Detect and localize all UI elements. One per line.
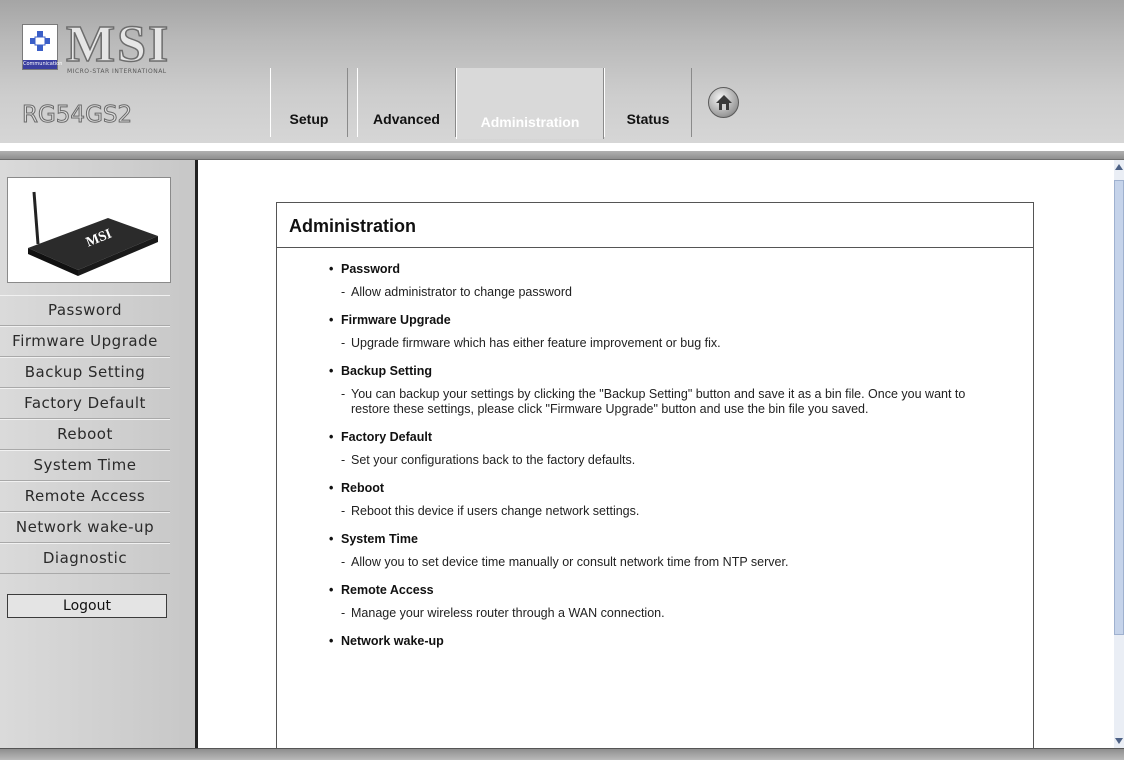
list-item: • Remote Access - Manage your wireless rou…	[329, 582, 1033, 621]
msi-badge-icon: Communication	[22, 24, 63, 70]
sidebar-item-diagnostic[interactable]: Diagnostic	[0, 543, 170, 574]
scroll-thumb[interactable]	[1114, 180, 1124, 635]
msi-logo: Communication MSI MICRO-STAR INTERNATION…	[22, 17, 213, 75]
page-title: Administration	[277, 203, 1033, 248]
entry-title: Remote Access	[341, 583, 434, 597]
entry-description: Manage your wireless router through a WA…	[351, 606, 665, 620]
home-icon	[716, 95, 732, 110]
vertical-scrollbar[interactable]	[1114, 160, 1124, 748]
list-item: • Backup Setting - You can backup your set…	[329, 363, 1033, 417]
sidebar-item-password[interactable]: Password	[0, 295, 170, 326]
bullet-icon: •	[329, 313, 334, 327]
entry-title: System Time	[341, 532, 418, 546]
sidebar-item-system-time[interactable]: System Time	[0, 450, 170, 481]
main-content: Administration • Password - Allow administ…	[198, 160, 1114, 748]
bullet-icon: •	[329, 481, 334, 495]
bullet-icon: •	[329, 532, 334, 546]
entry-description: You can backup your settings by clicking…	[351, 387, 966, 416]
home-button[interactable]	[708, 87, 739, 118]
tab-label: Advanced	[373, 111, 440, 127]
tab-setup[interactable]: Setup	[270, 68, 348, 137]
bullet-icon: •	[329, 430, 334, 444]
entry-description: Reboot this device if users change netwo…	[351, 504, 640, 518]
router-image: MSI	[7, 177, 171, 283]
bullet-icon: •	[329, 364, 334, 378]
model-name: RG54GS2	[21, 102, 133, 129]
list-item: • Reboot - Reboot this device if users cha…	[329, 480, 1033, 519]
tab-label: Administration	[480, 114, 580, 130]
entry-title: Reboot	[341, 481, 385, 495]
bullet-icon: •	[329, 634, 334, 648]
entry-title: Factory Default	[341, 430, 432, 444]
header-bar: Communication MSI MICRO-STAR INTERNATION…	[0, 0, 1124, 143]
list-item: • Password - Allow administrator to change…	[329, 261, 1033, 300]
sidebar-item-network-wake-up[interactable]: Network wake-up	[0, 512, 170, 543]
sidebar-item-firmware-upgrade[interactable]: Firmware Upgrade	[0, 326, 170, 357]
tab-administration[interactable]: Administration	[456, 68, 604, 139]
badge-strip: Communication	[23, 60, 63, 69]
entry-list: • Password - Allow administrator to change…	[277, 248, 1033, 649]
tab-status[interactable]: Status	[604, 68, 692, 137]
bullet-icon: •	[329, 583, 334, 597]
sidebar-item-backup-setting[interactable]: Backup Setting	[0, 357, 170, 388]
logout-button[interactable]: Logout	[7, 594, 167, 618]
entry-description: Upgrade firmware which has either featur…	[351, 336, 721, 350]
scroll-up-arrow-icon[interactable]	[1114, 160, 1124, 174]
list-item: • Firmware Upgrade - Upgrade firmware whic…	[329, 312, 1033, 351]
header-divider-bar	[0, 151, 1124, 160]
tab-label: Status	[626, 111, 670, 127]
sidebar-menu: Password Firmware Upgrade Backup Setting…	[0, 295, 170, 574]
header-divider	[0, 143, 1124, 151]
bottom-bar	[0, 748, 1124, 760]
scroll-down-arrow-icon[interactable]	[1114, 734, 1124, 748]
list-item: • Factory Default - Set your configuration…	[329, 429, 1033, 468]
sidebar-item-remote-access[interactable]: Remote Access	[0, 481, 170, 512]
entry-title: Backup Setting	[341, 364, 432, 378]
tab-advanced[interactable]: Advanced	[357, 68, 456, 137]
entry-title: Firmware Upgrade	[341, 313, 451, 327]
entry-description: Allow you to set device time manually or…	[351, 555, 789, 569]
brand-subtitle: MICRO-STAR INTERNATIONAL	[67, 68, 167, 75]
bullet-icon: •	[329, 262, 334, 276]
sidebar-item-factory-default[interactable]: Factory Default	[0, 388, 170, 419]
list-item: • System Time - Allow you to set device ti…	[329, 531, 1033, 570]
sidebar: MSI Password Firmware Upgrade Backup Set…	[0, 160, 198, 748]
brand-wordmark: MSI	[65, 16, 171, 73]
tab-label: Setup	[289, 111, 329, 127]
entry-description: Allow administrator to change password	[351, 285, 572, 299]
entry-title: Network wake-up	[341, 634, 444, 648]
administration-panel: Administration • Password - Allow administ…	[276, 202, 1034, 748]
list-item: • Network wake-up	[329, 633, 1033, 649]
entry-title: Password	[341, 262, 401, 276]
entry-description: Set your configurations back to the fact…	[351, 453, 636, 467]
sidebar-item-reboot[interactable]: Reboot	[0, 419, 170, 450]
